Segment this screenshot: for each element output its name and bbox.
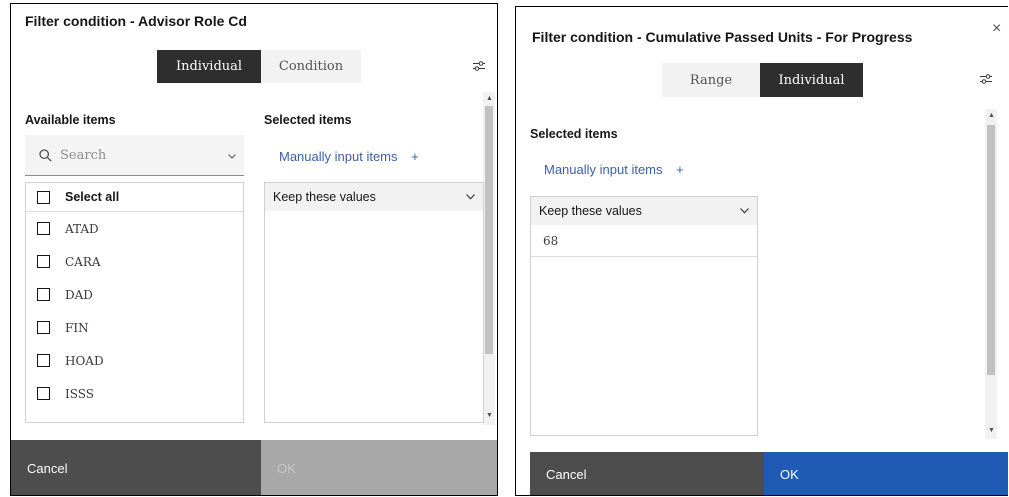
filter-dialog-advisor-role: Filter condition - Advisor Role Cd Indiv…: [10, 3, 498, 496]
item-label: ATAD: [65, 221, 99, 236]
available-items-list: Select all ATAD CARA DAD FIN HOAD ISSS: [25, 182, 244, 423]
item-checkbox[interactable]: [37, 288, 50, 301]
item-checkbox[interactable]: [37, 387, 50, 400]
close-icon[interactable]: ×: [992, 21, 1001, 37]
scroll-down-icon[interactable]: ▼: [486, 412, 493, 419]
select-all-checkbox[interactable]: [37, 190, 50, 204]
scroll-down-icon[interactable]: ▼: [988, 427, 995, 434]
keep-values-label: Keep these values: [273, 190, 376, 204]
item-checkbox[interactable]: [37, 255, 50, 268]
item-checkbox[interactable]: [37, 321, 50, 334]
keep-values-label: Keep these values: [539, 204, 642, 218]
manually-input-items-link[interactable]: Manually input items +: [279, 149, 419, 164]
manually-input-label: Manually input items: [544, 162, 663, 177]
tab-individual[interactable]: Individual: [760, 63, 863, 97]
scrollbar-thumb[interactable]: [485, 106, 493, 354]
ok-button[interactable]: OK: [764, 452, 1008, 495]
manually-input-items-link[interactable]: Manually input items +: [544, 162, 684, 177]
search-icon: [39, 148, 52, 162]
chevron-down-icon[interactable]: [228, 154, 236, 159]
item-label: DAD: [65, 287, 93, 302]
item-label: HOAD: [65, 353, 104, 368]
selected-items-panel: Keep these values 68: [530, 196, 758, 436]
chevron-down-icon: [466, 194, 475, 200]
list-item[interactable]: DAD: [26, 278, 243, 311]
list-item[interactable]: CARA: [26, 245, 243, 278]
dialog-title: Filter condition - Advisor Role Cd: [25, 13, 247, 29]
item-label: CARA: [65, 254, 101, 269]
selected-items-label: Selected items: [530, 127, 618, 141]
item-label: ISSS: [65, 386, 94, 401]
keep-values-dropdown[interactable]: Keep these values: [531, 197, 757, 225]
list-item[interactable]: ISSS: [26, 377, 243, 410]
tab-range[interactable]: Range: [662, 63, 760, 97]
selected-items-panel: Keep these values: [264, 182, 484, 423]
search-input[interactable]: Search: [25, 135, 244, 176]
select-all-row[interactable]: Select all: [26, 183, 243, 212]
cancel-button[interactable]: Cancel: [530, 452, 764, 495]
list-item[interactable]: ATAD: [26, 212, 243, 245]
filter-settings-icon[interactable]: [472, 60, 486, 72]
selected-items-label: Selected items: [264, 113, 352, 127]
tab-condition[interactable]: Condition: [261, 50, 361, 83]
dialog-title: Filter condition - Cumulative Passed Uni…: [532, 29, 913, 45]
manually-input-label: Manually input items: [279, 149, 398, 164]
plus-icon[interactable]: +: [411, 149, 419, 164]
keep-values-dropdown[interactable]: Keep these values: [265, 183, 483, 211]
list-item[interactable]: HOAD: [26, 344, 243, 377]
item-label: FIN: [65, 320, 89, 335]
dialog-scrollbar[interactable]: ▲ ▼: [985, 109, 997, 439]
select-all-label: Select all: [65, 190, 120, 204]
filter-dialog-cumulative-units: Filter condition - Cumulative Passed Uni…: [515, 6, 1008, 496]
dialog-scrollbar[interactable]: ▲ ▼: [483, 92, 495, 425]
list-item[interactable]: FIN: [26, 311, 243, 344]
search-placeholder: Search: [60, 147, 107, 163]
chevron-down-icon: [740, 208, 749, 214]
scroll-up-icon[interactable]: ▲: [988, 112, 995, 119]
plus-icon[interactable]: +: [676, 162, 684, 177]
scrollbar-thumb[interactable]: [987, 125, 995, 375]
cancel-button[interactable]: Cancel: [11, 440, 261, 495]
selected-value: 68: [543, 233, 559, 248]
ok-button[interactable]: OK: [261, 440, 497, 495]
available-items-label: Available items: [25, 113, 116, 127]
tab-individual[interactable]: Individual: [157, 50, 261, 83]
scroll-up-icon[interactable]: ▲: [486, 95, 493, 102]
item-checkbox[interactable]: [37, 222, 50, 235]
selected-value-row[interactable]: 68: [531, 225, 757, 257]
filter-settings-icon[interactable]: [979, 73, 993, 85]
item-checkbox[interactable]: [37, 354, 50, 367]
